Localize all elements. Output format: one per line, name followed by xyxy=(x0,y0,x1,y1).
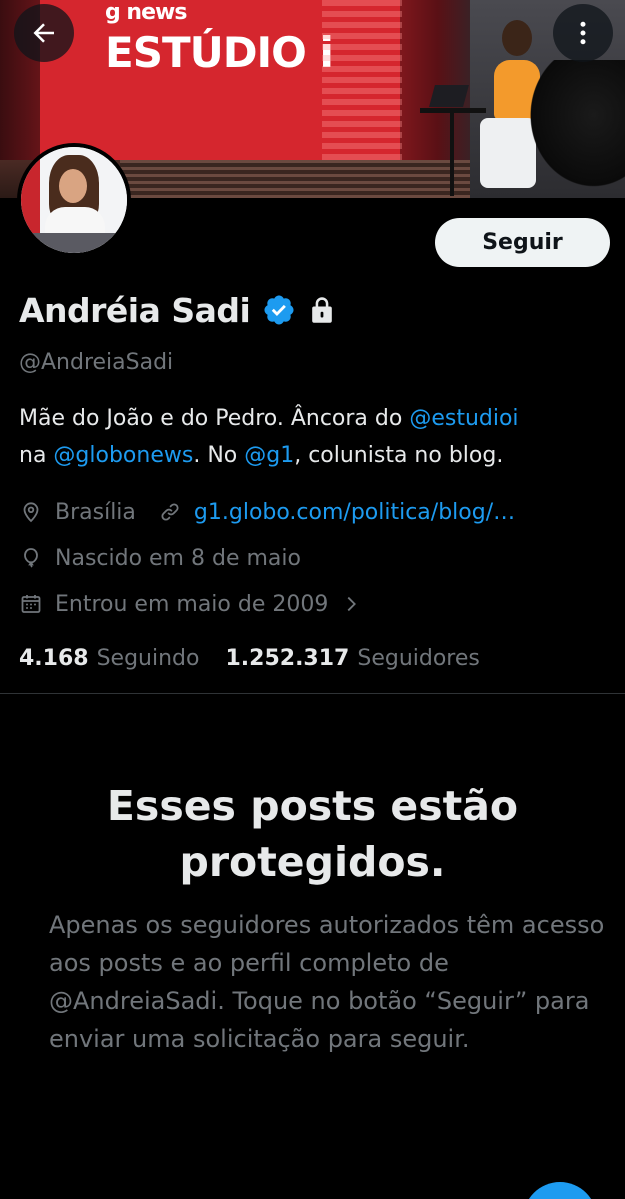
banner-laptop xyxy=(429,85,469,107)
banner-logo-big: ESTÚDIO i xyxy=(105,28,334,77)
bio-text: . No xyxy=(193,443,245,468)
joined-row[interactable]: Entrou em maio de 2009 xyxy=(19,588,362,620)
display-name: Andréia Sadi xyxy=(19,290,251,330)
profile-website-link[interactable]: g1.globo.com/politica/blog/… xyxy=(194,500,515,525)
arrow-left-icon xyxy=(33,23,54,43)
followers-count: 1.252.317 xyxy=(225,645,350,671)
vertical-dots-icon xyxy=(580,21,586,45)
follow-button[interactable]: Seguir xyxy=(435,218,610,267)
followers-stat[interactable]: 1.252.317 Seguidores xyxy=(225,646,479,671)
link-icon xyxy=(161,503,179,521)
profile-name-row: Andréia Sadi xyxy=(19,287,336,333)
banner-stage-steps xyxy=(120,160,480,198)
profile-birthday: Nascido em 8 de maio xyxy=(55,545,301,571)
mention-link-estudioi[interactable]: @estudioi xyxy=(409,406,518,431)
profile-handle: @AndreiaSadi xyxy=(19,350,174,375)
mention-link-globonews[interactable]: @globonews xyxy=(53,443,193,468)
chevron-right-icon xyxy=(347,596,357,612)
mention-link-g1[interactable]: @g1 xyxy=(244,443,294,468)
profile-location: Brasília xyxy=(55,499,136,525)
banner-stripes xyxy=(322,0,402,160)
verified-badge-icon[interactable] xyxy=(262,293,296,327)
location-website-row: Brasília g1.globo.com/politica/blog/… xyxy=(19,496,515,528)
profile-bio: Mãe do João e do Pedro. Âncora do @estud… xyxy=(19,400,619,474)
avatar[interactable] xyxy=(17,143,131,257)
calendar-icon xyxy=(21,595,41,613)
protected-posts-title: Esses posts estão protegidos. xyxy=(106,782,519,886)
section-divider xyxy=(0,693,625,694)
back-button[interactable] xyxy=(14,4,74,62)
banner-logo-small: g news xyxy=(105,0,187,25)
lock-icon xyxy=(312,297,333,323)
bio-text: , colunista no blog. xyxy=(294,443,504,468)
balloon-icon xyxy=(24,548,38,568)
bio-text: na xyxy=(19,443,54,468)
protected-posts-description: Apenas os seguidores autorizados têm ace… xyxy=(49,911,605,1053)
following-count: 4.168 xyxy=(19,645,89,671)
location-pin-icon xyxy=(23,502,39,523)
followers-label: Seguidores xyxy=(357,645,480,671)
banner-table-leg xyxy=(450,112,454,196)
more-options-button[interactable] xyxy=(553,4,613,62)
following-stat[interactable]: 4.168 Seguindo xyxy=(19,646,199,671)
compose-fab-button[interactable] xyxy=(523,1182,597,1199)
birthday-row: Nascido em 8 de maio xyxy=(19,542,301,574)
banner-camera xyxy=(520,60,625,198)
bio-text: Mãe do João e do Pedro. Âncora do xyxy=(19,406,410,431)
follow-stats: 4.168 Seguindo 1.252.317 Seguidores xyxy=(19,642,480,674)
following-label: Seguindo xyxy=(96,645,200,671)
profile-joined-date: Entrou em maio de 2009 xyxy=(55,591,329,617)
